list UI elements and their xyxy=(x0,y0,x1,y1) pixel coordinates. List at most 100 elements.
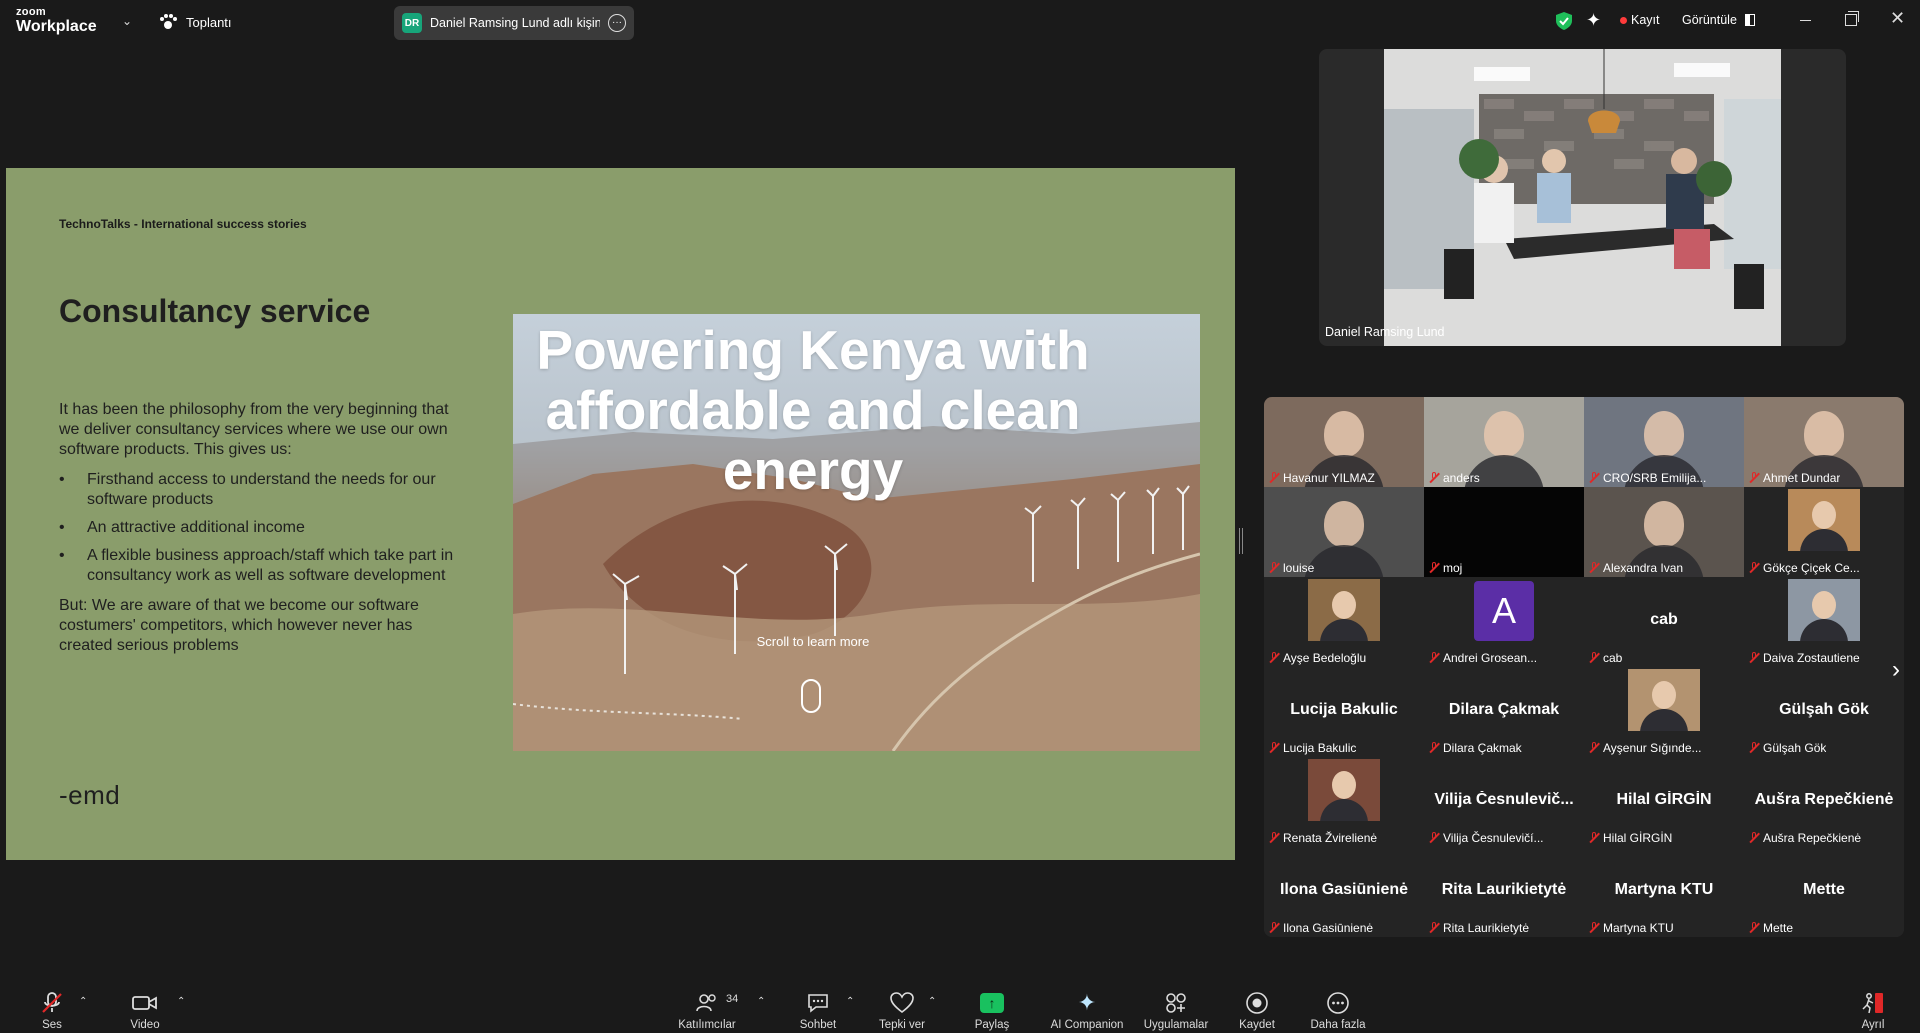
participant-video xyxy=(1644,501,1684,547)
audio-label: Ses xyxy=(42,1019,62,1031)
participant-name-label: CRO/SRB Emilija... xyxy=(1588,471,1706,485)
participant-name-label: Vilija Česnulevičí... xyxy=(1428,831,1544,845)
ai-sparkle-icon[interactable]: ✦ xyxy=(1586,10,1601,31)
apps-button[interactable]: Uygulamalar xyxy=(1140,980,1212,1033)
chevron-down-icon[interactable]: ⌄ xyxy=(122,14,132,28)
react-label: Tepki ver xyxy=(878,1019,926,1031)
audio-button[interactable]: Ses xyxy=(32,980,72,1033)
video-button[interactable]: Video xyxy=(124,980,166,1033)
minimize-icon[interactable] xyxy=(1800,20,1811,21)
participant-name-label: cab xyxy=(1588,651,1622,665)
participant-name-label: anders xyxy=(1428,471,1480,485)
meeting-tab[interactable]: Toplantı xyxy=(160,14,232,30)
participant-tile[interactable]: Havanur YILMAZ xyxy=(1264,397,1424,487)
participant-tile[interactable]: louise xyxy=(1264,487,1424,577)
resize-handle[interactable] xyxy=(1239,528,1243,554)
logo-top-text: zoom xyxy=(16,6,46,18)
participant-name-label: Martyna KTU xyxy=(1588,921,1674,935)
participant-tile[interactable]: Martyna KTU Martyna KTU xyxy=(1584,847,1744,937)
participant-tile[interactable]: Gökçe Çiçek Ce... xyxy=(1744,487,1904,577)
more-button[interactable]: Daha fazla xyxy=(1307,980,1369,1033)
participant-tile[interactable]: Alexandra Ivan xyxy=(1584,487,1744,577)
participant-tile[interactable]: Vilija Česnulevič... Vilija Česnulevičí..… xyxy=(1424,757,1584,847)
mic-muted-icon xyxy=(1428,922,1440,934)
mic-muted-icon xyxy=(1748,472,1760,484)
react-caret-icon[interactable]: ⌃ xyxy=(928,996,936,1007)
participant-gallery: Havanur YILMAZ anders CRO/SRB Emilija... Ah… xyxy=(1264,397,1904,937)
record-btn-label: Kaydet xyxy=(1239,1019,1275,1031)
mic-muted-icon xyxy=(1588,832,1600,844)
more-options-icon[interactable]: ··· xyxy=(608,14,626,32)
participants-caret-icon[interactable]: ⌃ xyxy=(757,996,765,1007)
participant-tile[interactable]: Hilal GİRGİN Hilal GİRGİN xyxy=(1584,757,1744,847)
participant-name-label: Gökçe Çiçek Ce... xyxy=(1748,561,1860,575)
ai-companion-icon: ✦ xyxy=(1077,990,1097,1015)
video-caret-icon[interactable]: ⌃ xyxy=(177,996,185,1007)
view-button[interactable]: Görüntüle xyxy=(1682,13,1755,27)
participant-tile[interactable]: Daiva Zostautiene xyxy=(1744,577,1904,667)
participant-tile[interactable]: Gülşah Gök Gülşah Gök xyxy=(1744,667,1904,757)
mic-muted-icon xyxy=(1268,652,1280,664)
leave-label: Ayrıl xyxy=(1861,1019,1885,1031)
chat-label: Sohbet xyxy=(799,1019,837,1031)
participant-name-label: Hilal GİRGİN xyxy=(1588,831,1672,845)
participant-tile[interactable]: Mette Mette xyxy=(1744,847,1904,937)
mic-muted-icon xyxy=(1428,652,1440,664)
mic-muted-icon xyxy=(40,991,64,1015)
more-icon xyxy=(1326,991,1350,1015)
participant-tile[interactable]: CRO/SRB Emilija... xyxy=(1584,397,1744,487)
participant-name-label: Ayşenur Sığınde... xyxy=(1588,741,1702,755)
mic-muted-icon xyxy=(1428,472,1440,484)
slide-body: It has been the philosophy from the very… xyxy=(59,400,459,656)
participant-name: Lucija Bakulic xyxy=(1283,741,1357,755)
participant-tile[interactable]: A Andrei Grosean... xyxy=(1424,577,1584,667)
audio-caret-icon[interactable]: ⌃ xyxy=(79,996,87,1007)
recording-indicator[interactable]: Kayıt xyxy=(1620,13,1660,27)
participant-tile[interactable]: Ayşe Bedeloğlu xyxy=(1264,577,1424,667)
participant-tile[interactable]: Ilona Gasiūnienė Ilona Gasiūnienė xyxy=(1264,847,1424,937)
view-layout-icon xyxy=(1744,14,1755,26)
shield-check-icon[interactable] xyxy=(1556,12,1572,30)
record-button[interactable]: Kaydet xyxy=(1237,980,1277,1033)
screen-share-tab[interactable]: DR Daniel Ramsing Lund adlı kişinin e ··… xyxy=(394,6,634,40)
share-icon-wrapper: ↑ xyxy=(980,991,1004,1015)
participant-tile[interactable]: anders xyxy=(1424,397,1584,487)
restore-icon[interactable] xyxy=(1845,11,1859,26)
participant-tile[interactable]: Aušra Repečkienė Aušra Repečkienė xyxy=(1744,757,1904,847)
participant-tile[interactable]: Dilara Çakmak Dilara Çakmak xyxy=(1424,667,1584,757)
participant-tile[interactable]: Rita Laurikietytė Rita Laurikietytė xyxy=(1424,847,1584,937)
zoom-logo[interactable]: zoom Workplace xyxy=(16,7,97,35)
share-tab-title: Daniel Ramsing Lund adlı kişinin e xyxy=(430,16,600,30)
share-button[interactable]: ↑ Paylaş xyxy=(972,980,1012,1033)
participant-tile[interactable]: Ahmet Dundar xyxy=(1744,397,1904,487)
camera-icon xyxy=(132,991,158,1015)
participant-name: Ahmet Dundar xyxy=(1763,471,1841,485)
close-icon[interactable]: ✕ xyxy=(1890,8,1905,29)
react-button[interactable]: Tepki ver xyxy=(876,980,928,1033)
leave-button[interactable]: Ayrıl xyxy=(1856,980,1890,1033)
participant-name: louise xyxy=(1283,561,1315,575)
shared-slide: TechnoTalks - International success stor… xyxy=(6,168,1235,860)
chat-button[interactable]: Sohbet xyxy=(798,980,838,1033)
participants-button[interactable]: 34 Katılımcılar xyxy=(674,980,740,1033)
participant-tile[interactable]: Lucija Bakulic Lucija Bakulic xyxy=(1264,667,1424,757)
participant-tile[interactable]: Ayşenur Sığınde... xyxy=(1584,667,1744,757)
participant-name: CRO/SRB Emilija... xyxy=(1603,471,1707,485)
participant-name: cab xyxy=(1603,651,1623,665)
share-screen-icon: ↑ xyxy=(980,993,1004,1013)
participant-display-name: Aušra Repečkienė xyxy=(1754,791,1894,808)
participant-name: Andrei Grosean... xyxy=(1443,651,1538,665)
participant-name: Hilal GİRGİN xyxy=(1603,831,1673,845)
ai-companion-button[interactable]: ✦ AI Companion xyxy=(1046,980,1128,1033)
participant-tile[interactable]: cab cab xyxy=(1584,577,1744,667)
share-label: Paylaş xyxy=(974,1019,1010,1031)
active-speaker-tile[interactable]: Daniel Ramsing Lund xyxy=(1319,49,1846,346)
participant-photo xyxy=(1788,579,1860,641)
participant-name-label: Ahmet Dundar xyxy=(1748,471,1840,485)
participant-tile[interactable]: moj xyxy=(1424,487,1584,577)
participant-tile[interactable]: Renata Žvirelienė xyxy=(1264,757,1424,847)
chat-caret-icon[interactable]: ⌃ xyxy=(846,996,854,1007)
chevron-right-icon[interactable]: › xyxy=(1892,656,1900,684)
participant-name-label: Daiva Zostautiene xyxy=(1748,651,1860,665)
participant-name-label: Dilara Çakmak xyxy=(1428,741,1522,755)
